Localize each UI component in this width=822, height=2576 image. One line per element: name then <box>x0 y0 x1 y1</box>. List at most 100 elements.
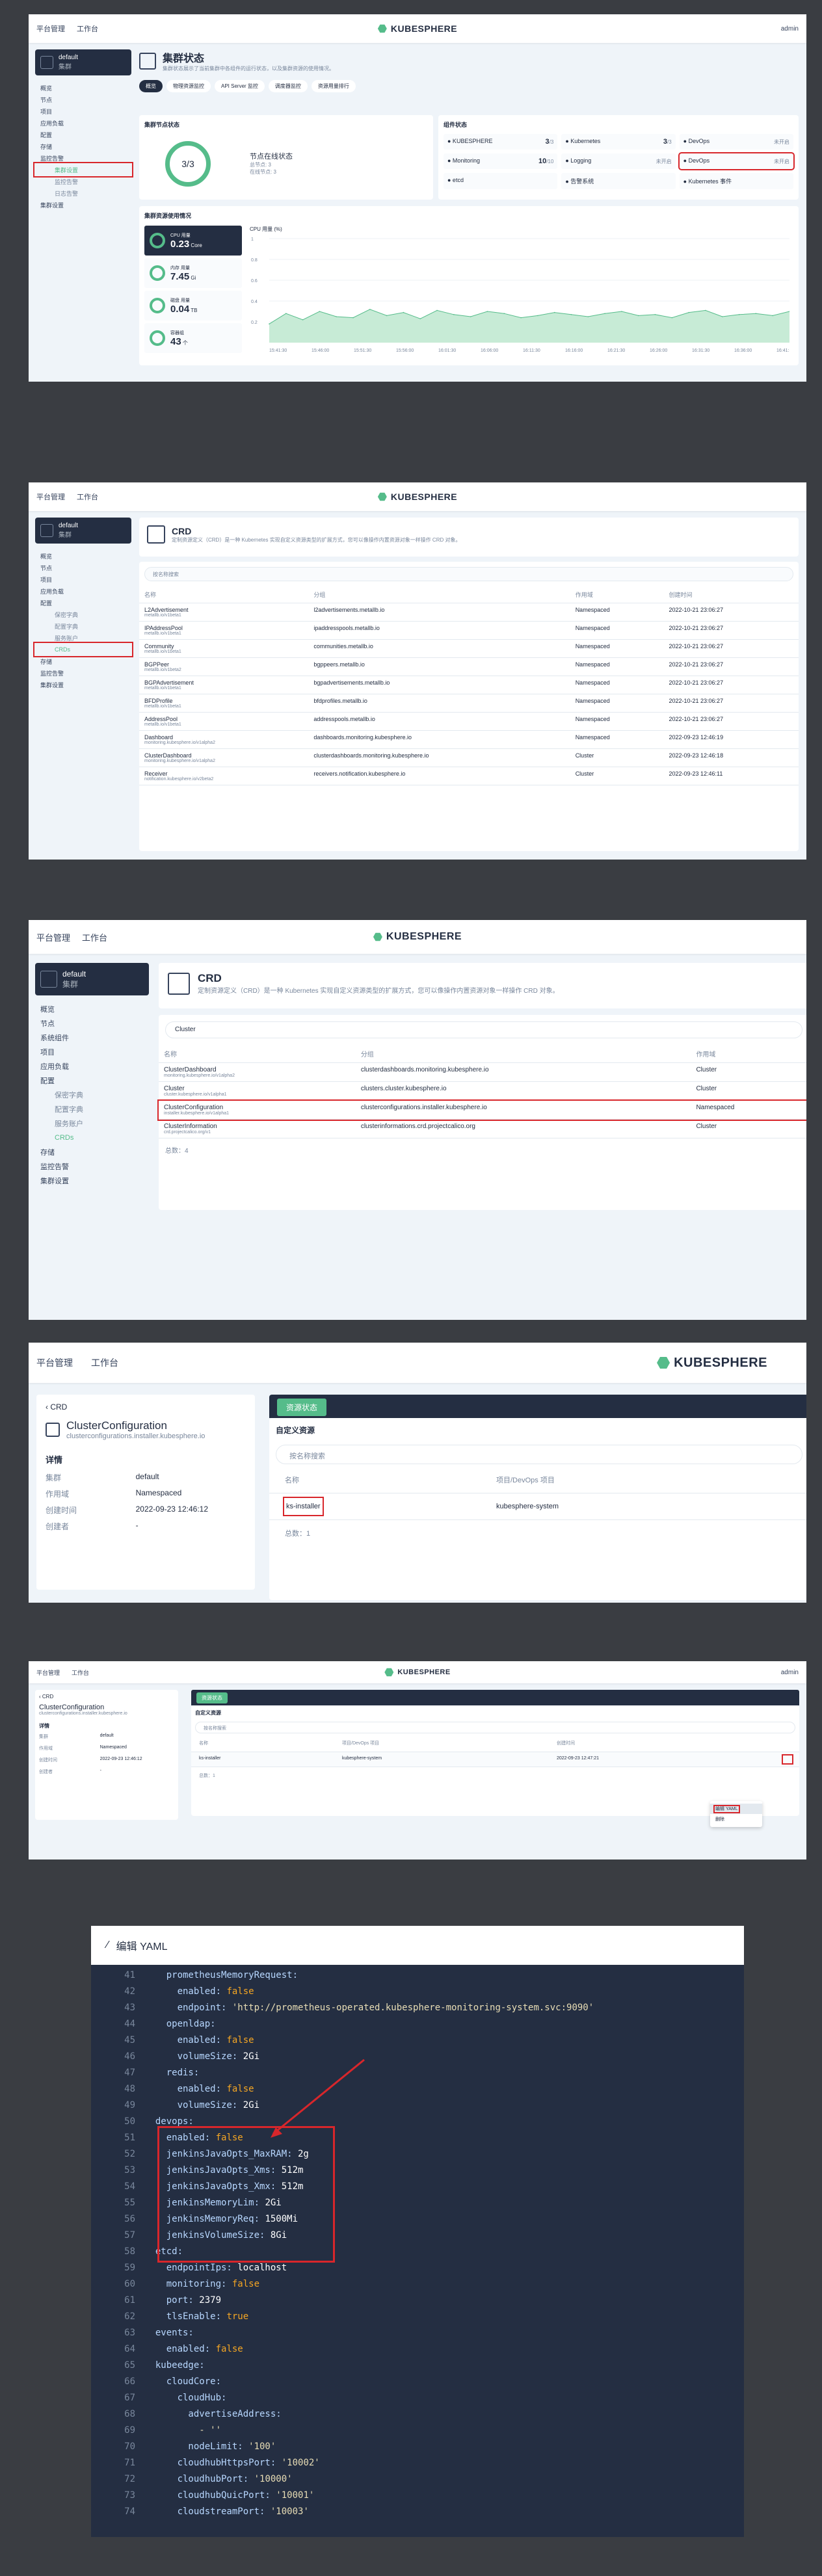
back-link[interactable]: ‹ CRD <box>35 1690 178 1703</box>
delete-item[interactable]: 删除 <box>710 1814 762 1824</box>
table-row[interactable]: ClusterDashboard monitoring.kubesphere.io… <box>139 748 799 767</box>
sidebar-item[interactable]: CRDs <box>35 1131 149 1145</box>
platform-link[interactable]: 平台管理 <box>36 23 65 34</box>
sidebar-item[interactable]: 概览 <box>35 82 131 94</box>
component-item[interactable]: ● Kubernetes 3/3 <box>561 134 676 150</box>
sidebar-subitem[interactable]: 保密字典 <box>35 609 131 620</box>
crd-name-link[interactable]: ClusterInformation <box>164 1123 351 1130</box>
search-input[interactable]: Cluster <box>165 1021 802 1038</box>
component-item[interactable]: ● KUBESPHERE 3/3 <box>444 134 558 150</box>
crd-name-link[interactable]: Dashboard <box>144 734 303 741</box>
table-row[interactable]: Receiver notification.kubesphere.io/v2bet… <box>139 767 799 785</box>
table-row[interactable]: IPAddressPool metallb.io/v1beta1 ipaddress… <box>139 621 799 640</box>
table-row[interactable]: ClusterInformation crd.projectcalico.org/… <box>159 1119 806 1138</box>
component-item[interactable]: ● 告警系统 <box>561 173 676 189</box>
ks-installer-link[interactable]: ks-installer <box>283 1497 324 1516</box>
sidebar-item[interactable]: 应用负载 <box>35 117 131 129</box>
table-row[interactable]: L2Advertisement metallb.io/v1beta1 l2adver… <box>139 603 799 622</box>
sidebar-item[interactable]: 应用负载 <box>35 1059 149 1073</box>
crd-name-link[interactable]: ClusterDashboard <box>144 752 303 759</box>
sidebar-item[interactable]: 存储 <box>35 140 131 152</box>
table-row[interactable]: BFDProfile metallb.io/v1beta1 bfdprofiles.… <box>139 694 799 713</box>
crd-name-link[interactable]: BGPPeer <box>144 661 303 668</box>
workbench-link[interactable]: 工作台 <box>72 1668 89 1677</box>
crd-name-link[interactable]: BFDProfile <box>144 698 303 704</box>
sidebar-item[interactable]: 监控告警 <box>35 1159 149 1174</box>
metric-item[interactable]: CPU 用量 0.23 Core <box>144 226 242 256</box>
sidebar-subitem[interactable]: 集群设置 <box>33 162 133 177</box>
tab[interactable]: 资源用量排行 <box>311 80 356 92</box>
sidebar-item[interactable]: 存储 <box>35 1145 149 1159</box>
crd-name-link[interactable]: ClusterConfiguration <box>164 1104 351 1111</box>
metric-item[interactable]: 内存 用量 7.45 Gi <box>144 258 242 288</box>
sidebar-item[interactable]: 配置 <box>35 129 131 140</box>
component-item[interactable]: ● Kubernetes 事件 <box>679 173 793 189</box>
table-row[interactable]: ks-installer kubesphere-system <box>269 1493 806 1520</box>
sidebar-item[interactable]: 节点 <box>35 562 131 573</box>
sidebar-subitem[interactable]: 日志告警 <box>35 187 131 199</box>
table-row[interactable]: AddressPool metallb.io/v1beta1 addresspool… <box>139 712 799 731</box>
more-actions-button[interactable] <box>782 1754 793 1765</box>
crd-name-link[interactable]: Receiver <box>144 770 303 777</box>
workbench-link[interactable]: 工作台 <box>77 23 98 34</box>
tab[interactable]: 概览 <box>139 80 163 92</box>
sidebar-item[interactable]: 配置 <box>35 597 131 609</box>
crd-name-link[interactable]: L2Advertisement <box>144 607 303 613</box>
sidebar-item[interactable]: 概览 <box>35 1002 149 1016</box>
crd-name-link[interactable]: BGPAdvertisement <box>144 679 303 686</box>
sidebar-item[interactable]: 集群设置 <box>35 1174 149 1188</box>
tab[interactable]: 调度器监控 <box>268 80 308 92</box>
sidebar-item[interactable]: 项目 <box>35 1045 149 1059</box>
table-row[interactable]: ClusterDashboard monitoring.kubesphere.io… <box>159 1062 806 1082</box>
crd-name-link[interactable]: IPAddressPool <box>144 625 303 631</box>
tab[interactable]: API Server 监控 <box>215 80 265 92</box>
workbench-link[interactable]: 工作台 <box>82 931 107 943</box>
table-row[interactable]: ClusterConfiguration installer.kubesphere… <box>157 1099 806 1121</box>
sidebar-subitem[interactable]: 服务账户 <box>35 632 131 644</box>
platform-link[interactable]: 平台管理 <box>36 1356 73 1369</box>
sidebar-item[interactable]: 保密字典 <box>35 1088 149 1102</box>
table-row[interactable]: Community metallb.io/v1beta1 communities.m… <box>139 639 799 658</box>
tab-resource-status[interactable]: 资源状态 <box>277 1399 327 1416</box>
crd-name-link[interactable]: Community <box>144 643 303 650</box>
metric-item[interactable]: 磁盘 用量 0.04 TB <box>144 291 242 321</box>
workbench-link[interactable]: 工作台 <box>91 1356 118 1369</box>
platform-link[interactable]: 平台管理 <box>36 931 70 943</box>
crd-name-link[interactable]: ClusterDashboard <box>164 1066 351 1073</box>
sidebar-item[interactable]: 节点 <box>35 1016 149 1031</box>
table-row[interactable]: BGPPeer metallb.io/v1beta2 bgppeers.metall… <box>139 657 799 676</box>
workspace-selector[interactable]: default 集群 <box>35 518 131 544</box>
search-input[interactable]: 按名称搜索 <box>195 1722 795 1733</box>
component-item[interactable]: ● Logging 未开启 <box>561 153 676 169</box>
table-row[interactable]: Cluster cluster.kubesphere.io/v1alpha1 clu… <box>159 1081 806 1101</box>
workspace-selector[interactable]: default 集群 <box>35 49 131 75</box>
crd-name-link[interactable]: Cluster <box>164 1085 351 1092</box>
workbench-link[interactable]: 工作台 <box>77 492 98 502</box>
sidebar-item[interactable]: 配置 <box>35 1073 149 1088</box>
sidebar-item[interactable]: 监控告警 <box>35 667 131 679</box>
workspace-selector[interactable]: default 集群 <box>35 963 149 995</box>
component-item[interactable]: ● etcd <box>444 173 558 189</box>
search-input[interactable]: 按名称搜索 <box>144 567 793 581</box>
platform-link[interactable]: 平台管理 <box>36 492 65 502</box>
table-row[interactable]: Dashboard monitoring.kubesphere.io/v1alph… <box>139 730 799 749</box>
table-row[interactable]: BGPAdvertisement metallb.io/v1beta1 bgpadv… <box>139 676 799 694</box>
sidebar-item[interactable]: 应用负载 <box>35 585 131 597</box>
table-row[interactable]: ks-installer kubesphere-system 2022-09-23 … <box>191 1752 799 1767</box>
sidebar-subitem[interactable]: 配置字典 <box>35 620 131 632</box>
sidebar-item[interactable]: 项目 <box>35 105 131 117</box>
crd-name-link[interactable]: AddressPool <box>144 716 303 722</box>
sidebar-item[interactable]: 概览 <box>35 550 131 562</box>
tab[interactable]: 物理资源监控 <box>166 80 211 92</box>
sidebar-item[interactable]: 集群设置 <box>35 199 131 211</box>
sidebar-item[interactable]: 项目 <box>35 573 131 585</box>
platform-link[interactable]: 平台管理 <box>36 1668 60 1677</box>
user-menu[interactable]: admin <box>781 1669 799 1676</box>
component-item[interactable]: ● Monitoring 10/10 <box>444 153 558 169</box>
search-input[interactable]: 按名称搜索 <box>276 1445 802 1464</box>
sidebar-subitem[interactable]: 监控告警 <box>35 176 131 187</box>
sidebar-item[interactable]: 系统组件 <box>35 1031 149 1045</box>
component-item[interactable]: ● DevOps 未开启 <box>678 152 795 170</box>
sidebar-item[interactable]: 配置字典 <box>35 1102 149 1116</box>
sidebar-item[interactable]: 服务账户 <box>35 1116 149 1131</box>
